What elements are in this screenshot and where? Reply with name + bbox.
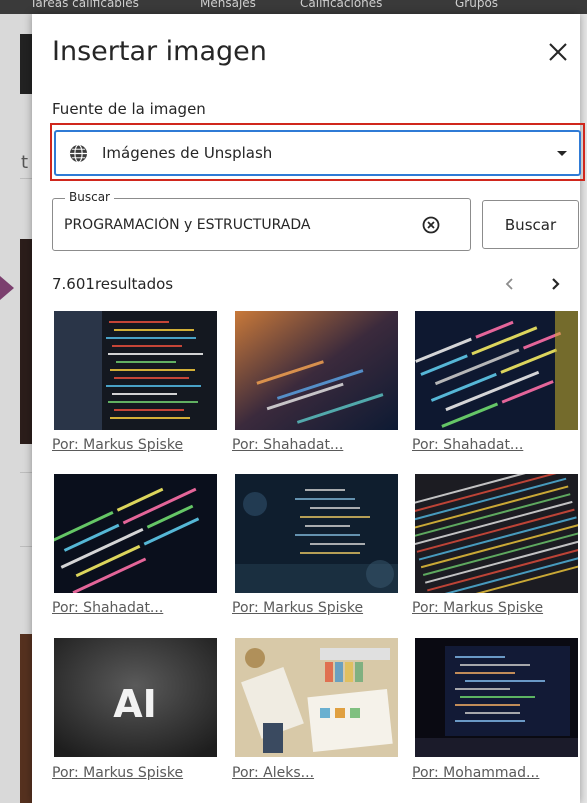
ai-text-image: AI xyxy=(54,638,217,757)
globe-icon xyxy=(69,144,88,163)
image-thumbnail[interactable] xyxy=(415,638,578,757)
background-image xyxy=(20,239,32,444)
image-thumbnail[interactable] xyxy=(415,311,578,430)
background-text: t xyxy=(21,152,29,173)
image-credit-link[interactable]: Por: Aleks... xyxy=(232,765,314,781)
image-thumbnail[interactable] xyxy=(235,638,398,757)
desk-workspace-image xyxy=(235,638,398,757)
laptop-code-image xyxy=(415,638,578,757)
search-label: Buscar xyxy=(65,190,114,204)
chevron-left-icon[interactable] xyxy=(498,272,522,296)
image-credit-link[interactable]: Por: Shahadat... xyxy=(52,600,163,616)
image-thumbnail[interactable]: AI xyxy=(54,638,217,757)
background-tab: Calificaciones xyxy=(300,0,383,10)
chevron-right-icon[interactable] xyxy=(543,272,567,296)
image-credit-link[interactable]: Por: Mohammad... xyxy=(412,765,539,781)
results-count: 7.601resultados xyxy=(52,275,174,293)
image-credit-link[interactable]: Por: Shahadat... xyxy=(412,437,523,453)
dark-code-editor-image xyxy=(415,311,578,430)
code-closeup-image xyxy=(54,311,217,430)
code-bokeh-image xyxy=(235,311,398,430)
close-button[interactable] xyxy=(544,38,572,66)
background-tab: Mensajes xyxy=(200,0,256,10)
background-image xyxy=(20,634,32,803)
diagonal-code-image xyxy=(54,474,217,593)
background-topbar: Tareas calificables Mensajes Calificacio… xyxy=(0,0,587,14)
background-block xyxy=(20,34,32,94)
image-thumbnail[interactable] xyxy=(415,474,578,593)
search-button[interactable]: Buscar xyxy=(482,200,579,249)
image-thumbnail[interactable] xyxy=(54,311,217,430)
image-thumbnail[interactable] xyxy=(54,474,217,593)
image-thumbnail[interactable] xyxy=(235,311,398,430)
background-tab: Grupos xyxy=(455,0,499,10)
image-credit-link[interactable]: Por: Markus Spiske xyxy=(412,600,543,616)
background-divider xyxy=(20,472,32,473)
image-credit-link[interactable]: Por: Markus Spiske xyxy=(52,437,183,453)
background-tab: Tareas calificables xyxy=(30,0,139,10)
search-input[interactable] xyxy=(64,213,404,237)
clear-circle-icon[interactable] xyxy=(422,216,440,234)
image-credit-link[interactable]: Por: Markus Spiske xyxy=(232,600,363,616)
image-credit-link[interactable]: Por: Markus Spiske xyxy=(52,765,183,781)
background-page-left: t xyxy=(0,14,32,803)
background-divider xyxy=(20,546,32,547)
image-source-select[interactable]: Imágenes de Unsplash xyxy=(54,130,581,176)
background-divider xyxy=(20,178,32,179)
image-source-value: Imágenes de Unsplash xyxy=(102,144,273,162)
colorful-code-image xyxy=(415,474,578,593)
background-arrow xyxy=(0,276,14,300)
image-credit-link[interactable]: Por: Shahadat... xyxy=(232,437,343,453)
dropdown-caret-icon xyxy=(557,151,567,156)
image-source-label: Fuente de la imagen xyxy=(52,100,206,118)
search-field: Buscar xyxy=(52,190,471,251)
insert-image-dialog: Insertar imagen Fuente de la imagen Imág… xyxy=(32,14,585,803)
close-icon xyxy=(549,43,567,61)
monitor-code-image xyxy=(235,474,398,593)
image-thumbnail[interactable] xyxy=(235,474,398,593)
ai-text: AI xyxy=(113,682,157,726)
dialog-title: Insertar imagen xyxy=(52,36,267,67)
